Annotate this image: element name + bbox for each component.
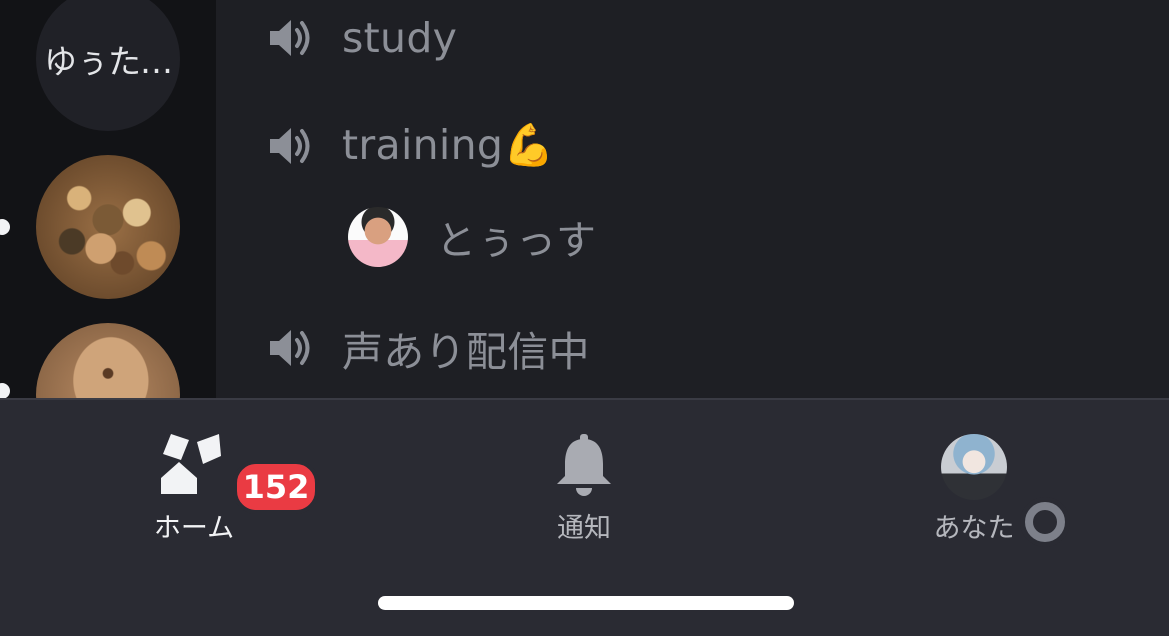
tab-label: 通知 [557, 513, 611, 544]
avatar [941, 434, 1007, 500]
home-icon-wrap: 152 [159, 434, 319, 514]
voice-channel-training[interactable]: training💪 [266, 121, 555, 170]
tab-label: ホーム [153, 513, 235, 544]
tab-home[interactable]: 152 ホーム [138, 400, 319, 545]
you-avatar-wrap [941, 434, 1065, 542]
offline-status-icon [1025, 502, 1065, 542]
channel-name: training💪 [342, 121, 555, 169]
bell-icon-wrap [555, 434, 613, 498]
voice-user-name: とぅっす [436, 218, 596, 264]
server-text-avatar[interactable]: ゆぅた… [36, 0, 180, 131]
tab-you[interactable]: あなた [918, 400, 1065, 545]
tab-label: あなた [933, 513, 1015, 544]
speaker-icon [270, 20, 310, 56]
bell-icon [557, 434, 611, 496]
channel-name: study [342, 14, 458, 62]
speaker-icon [270, 330, 310, 366]
server-icon-food[interactable] [36, 155, 180, 299]
unread-indicator [0, 383, 10, 399]
user-avatar [348, 207, 408, 267]
server-label: ゆぅた… [44, 42, 173, 81]
unread-indicator [0, 219, 10, 235]
server-rail: ゆぅた… [0, 0, 216, 467]
channel-name: 声あり配信中 [342, 328, 590, 376]
voice-channel-live[interactable]: 声あり配信中 [266, 318, 590, 378]
home-indicator[interactable] [378, 596, 794, 610]
unread-count-badge: 152 [233, 460, 319, 514]
voice-channel-study[interactable]: study [266, 14, 457, 62]
home-icon [161, 434, 221, 494]
speaker-icon [270, 127, 310, 164]
voice-user-item[interactable]: とぅっす [348, 207, 596, 267]
tab-notifications[interactable]: 通知 [528, 400, 640, 545]
